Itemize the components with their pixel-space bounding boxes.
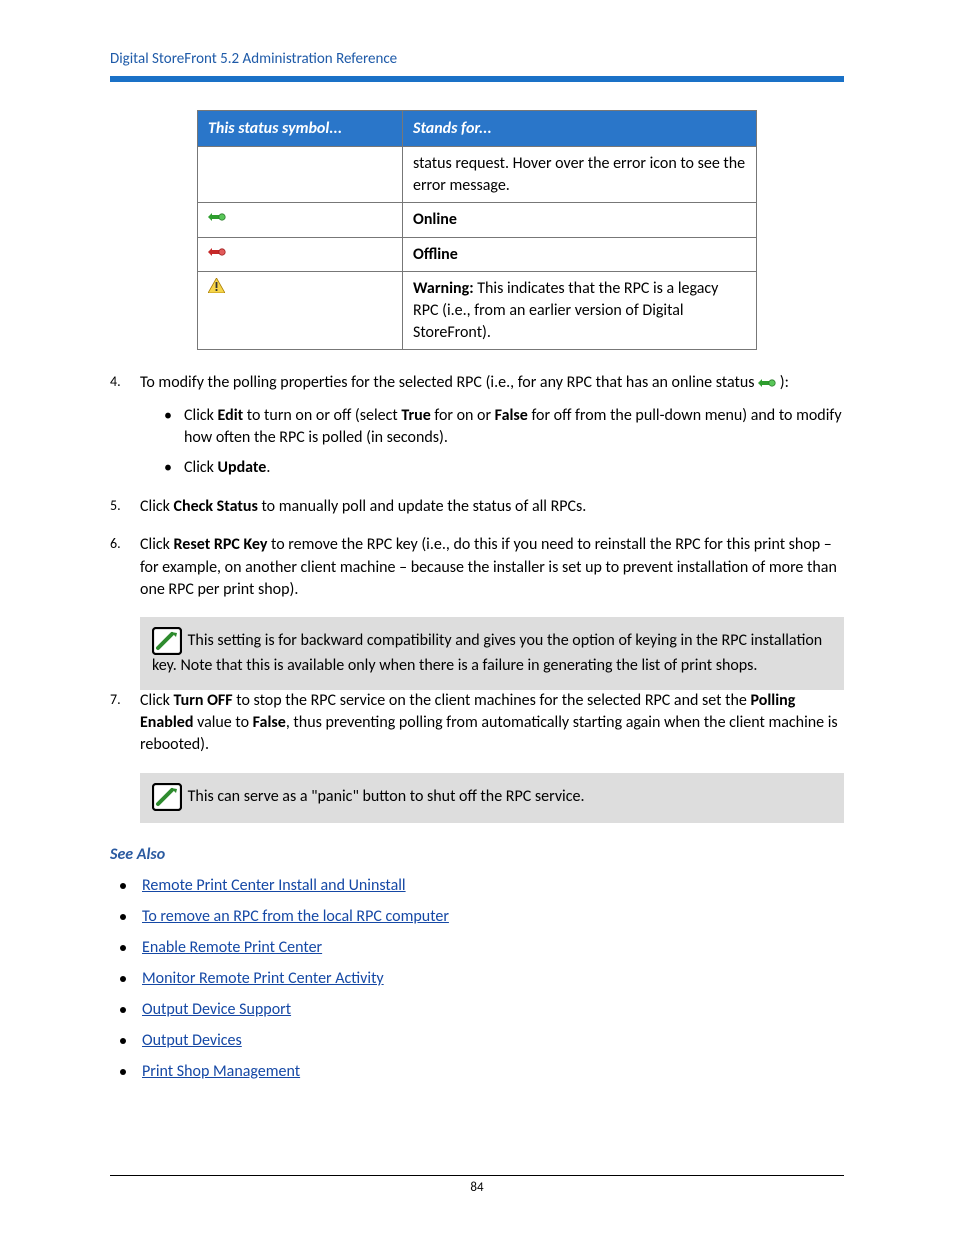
link-enable-rpc[interactable]: Enable Remote Print Center [142,938,322,957]
txt: . [266,458,270,477]
page-number: 84 [470,1180,483,1195]
list-item: Output Devices [120,1031,844,1050]
list-item: To remove an RPC from the local RPC comp… [120,907,844,926]
table-header-symbol: This status symbol... [198,111,403,147]
see-also-list: Remote Print Center Install and Uninstal… [110,876,844,1081]
table-cell-warning: Warning: This indicates that the RPC is … [403,272,757,350]
warning-label: Warning: [413,279,474,298]
link-monitor-rpc[interactable]: Monitor Remote Print Center Activity [142,969,384,988]
header-rule [110,76,844,82]
txt: for on or [431,406,495,425]
step-4-post: ): [780,373,789,392]
step-4-bullet-2: Click Update. [164,457,844,479]
edit-label: Edit [218,406,244,425]
steps-list: To modify the polling properties for the… [110,372,844,601]
page: Digital StoreFront 5.2 Administration Re… [0,0,954,1235]
txt: to manually poll and update the status o… [258,497,586,516]
list-item: Print Shop Management [120,1062,844,1081]
online-icon [208,210,226,224]
txt: Click [140,691,174,710]
page-footer: 84 [110,1175,844,1195]
header-title: Digital StoreFront 5.2 Administration Re… [110,50,844,68]
list-item: Monitor Remote Print Center Activity [120,969,844,988]
txt: to turn on or off (select [243,406,401,425]
table-cell-offline: Offline [403,237,757,272]
table-cell-error: status request. Hover over the error ico… [403,147,757,203]
link-output-devices[interactable]: Output Devices [142,1031,242,1050]
list-item: Output Device Support [120,1000,844,1019]
table-row: status request. Hover over the error ico… [198,147,757,203]
txt: Click [140,497,174,516]
link-remote-install[interactable]: Remote Print Center Install and Uninstal… [142,876,406,895]
step-7: Click Turn OFF to stop the RPC service o… [110,690,844,757]
see-also-heading: See Also [110,845,844,864]
false-label: False [495,406,528,425]
check-status-label: Check Status [174,497,258,516]
reset-rpc-key-label: Reset RPC Key [174,535,268,554]
table-cell-online: Online [403,203,757,238]
turn-off-label: Turn OFF [174,691,233,710]
txt: Click [184,458,218,477]
note-panic: This can serve as a "panic" button to sh… [140,773,844,823]
false-label: False [253,713,286,732]
note-text: This setting is for backward compatibili… [152,631,822,675]
note-text: This can serve as a "panic" button to sh… [188,787,585,806]
online-icon [758,376,776,390]
table-row: Online [198,203,757,238]
list-item: Remote Print Center Install and Uninstal… [120,876,844,895]
update-label: Update [218,458,267,477]
step-4-pre: To modify the polling properties for the… [140,373,758,392]
txt: Click [140,535,174,554]
step-5: Click Check Status to manually poll and … [110,496,844,518]
table-header-stands-for: Stands for... [403,111,757,147]
txt: Click [184,406,218,425]
link-remove-rpc[interactable]: To remove an RPC from the local RPC comp… [142,907,449,926]
table-row: Warning: This indicates that the RPC is … [198,272,757,350]
txt: value to [193,713,252,732]
link-print-shop-mgmt[interactable]: Print Shop Management [142,1062,300,1081]
offline-icon [208,245,226,259]
warning-icon [208,278,225,293]
step-4: To modify the polling properties for the… [110,372,844,480]
step-4-bullet-1: Click Edit to turn on or off (select Tru… [164,405,844,450]
steps-list-cont: Click Turn OFF to stop the RPC service o… [110,690,844,757]
note-icon [152,627,182,655]
step-6: Click Reset RPC Key to remove the RPC ke… [110,534,844,601]
list-item: Enable Remote Print Center [120,938,844,957]
step-4-sublist: Click Edit to turn on or off (select Tru… [140,405,844,480]
note-icon [152,783,182,811]
table-row: Offline [198,237,757,272]
txt: to stop the RPC service on the client ma… [233,691,751,710]
true-label: True [401,406,430,425]
status-table: This status symbol... Stands for... stat… [197,110,757,350]
link-output-device-support[interactable]: Output Device Support [142,1000,291,1019]
note-backward-compat: This setting is for backward compatibili… [140,617,844,689]
